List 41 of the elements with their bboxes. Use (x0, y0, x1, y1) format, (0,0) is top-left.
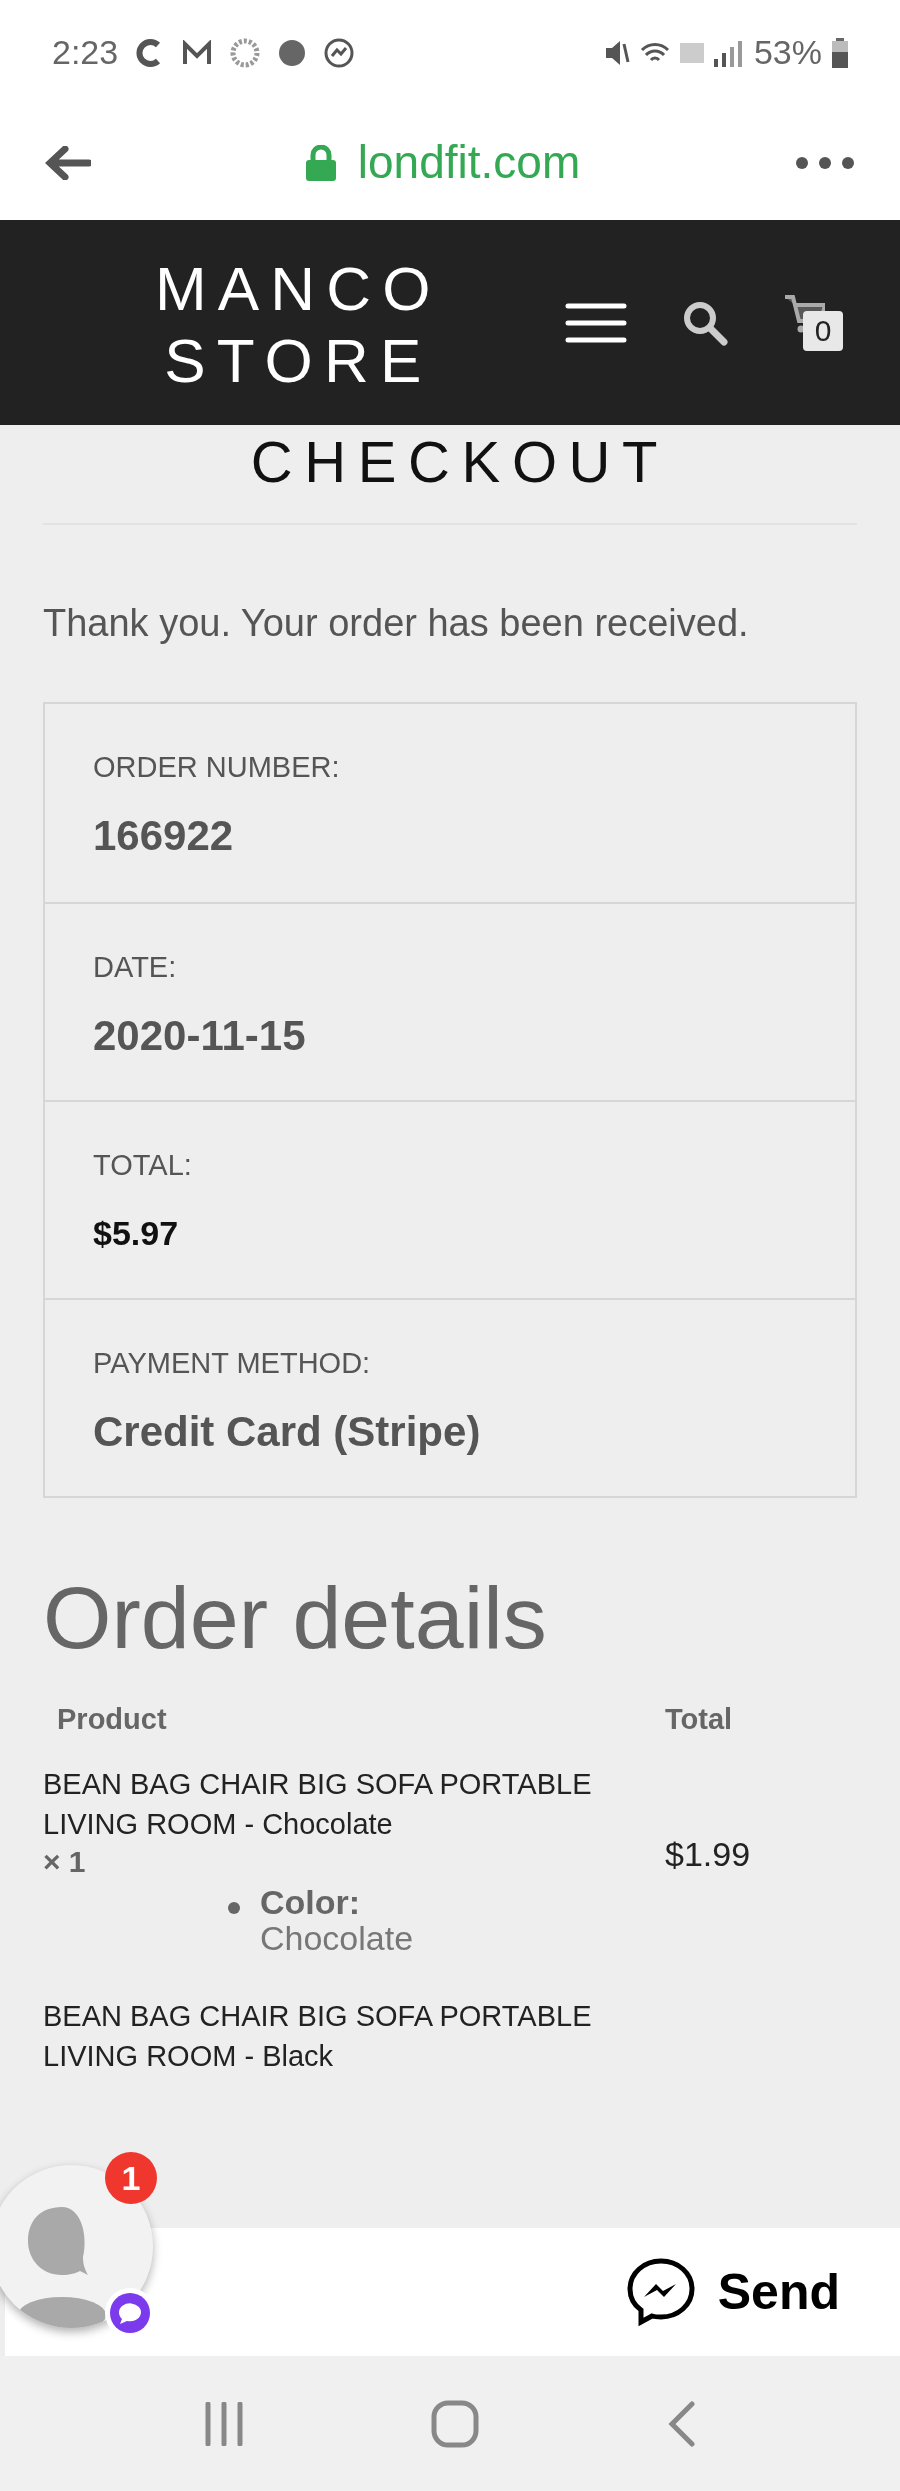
order-received-notice: Thank you. Your order has been received. (43, 601, 750, 646)
overview-value: 166922 (93, 810, 235, 861)
menu-icon[interactable] (565, 301, 627, 344)
overview-value: $5.97 (93, 1212, 180, 1254)
meta-value: Chocolate (260, 1919, 414, 1956)
overview-label: DATE: (93, 950, 178, 985)
back-arrow-icon[interactable] (45, 145, 91, 180)
overview-label: PAYMENT METHOD: (93, 1346, 372, 1381)
lock-icon (305, 144, 336, 181)
mail-icon (182, 39, 213, 66)
column-header: Product (56, 1702, 168, 1737)
ring-icon (230, 37, 261, 68)
store-logo[interactable]: MANCO STORE (155, 248, 442, 397)
back-icon[interactable] (666, 2400, 697, 2447)
send-button[interactable]: Send (717, 2254, 840, 2330)
page-title: CHECKOUT (250, 431, 670, 493)
order-details-heading: Order details (43, 1568, 548, 1668)
signal-icon (713, 38, 744, 67)
overview-value: 2020-11-15 (93, 1010, 307, 1061)
overview-value: Credit Card (Stripe) (93, 1406, 482, 1457)
recent-apps-icon[interactable] (203, 2401, 244, 2446)
product-name: BEAN BAG CHAIR BIG SOFA PORTABLE LIVING ROOM - Black (43, 1998, 593, 2074)
more-options-icon[interactable] (795, 155, 855, 170)
clock: 2:23 (52, 32, 119, 73)
bullet-icon (228, 1901, 240, 1914)
battery-percent: 53% (753, 32, 822, 73)
round-logo-icon (278, 38, 307, 67)
overview-label: ORDER NUMBER: (93, 750, 341, 785)
battery-icon (832, 37, 848, 68)
product-name: BEAN BAG CHAIR BIG SOFA PORTABLE LIVING ROOM - Chocolate (43, 1766, 593, 1842)
unread-badge: 1 (105, 2152, 157, 2204)
column-header: Total (665, 1702, 733, 1737)
product-quantity: × 1 (43, 1843, 87, 1880)
meta-label: Color: (260, 1883, 362, 1920)
cart-count-badge: 0 (803, 310, 843, 351)
search-icon[interactable] (682, 299, 728, 346)
line-total: $1.99 (665, 1834, 751, 1875)
overview-label: TOTAL: (93, 1148, 193, 1183)
home-icon[interactable] (431, 2399, 479, 2448)
messenger-small-icon (324, 37, 355, 68)
messenger-icon[interactable] (625, 2257, 696, 2327)
